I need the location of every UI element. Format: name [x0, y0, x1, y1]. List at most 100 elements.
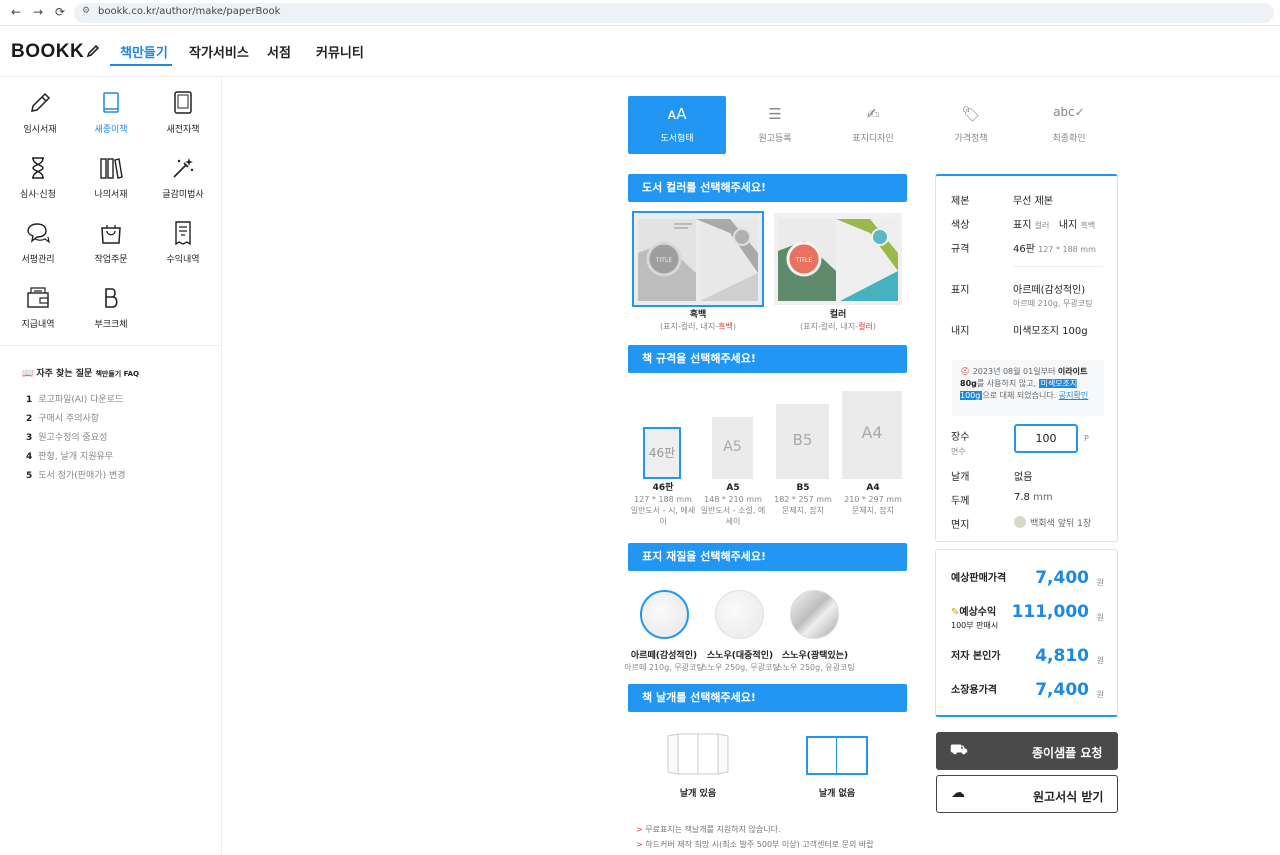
wing-option-without[interactable] — [806, 736, 868, 775]
sidebar-item-my-library[interactable]: 나의서재 — [76, 155, 146, 200]
font-b-icon — [105, 288, 118, 308]
size-option-46[interactable]: 46판 — [643, 427, 681, 479]
forward-icon[interactable]: → — [33, 5, 43, 19]
price-label: ✎예상수익 — [951, 607, 997, 618]
sidebar-item-label: 수익내역 — [166, 255, 200, 265]
tab-pricing[interactable]: 🏷 가격정책 — [922, 96, 1020, 154]
cover-option-snow-matte[interactable] — [715, 590, 764, 639]
section-size-title: 책 규격을 선택해주세요! — [628, 345, 907, 373]
tab-final-check[interactable]: abc✓ 최종확인 — [1020, 96, 1118, 154]
notice-link[interactable]: 공지확인 — [1059, 391, 1088, 400]
faq-item[interactable]: 4 판형, 날개 지원유무 — [26, 449, 113, 462]
wing-with-illustration — [667, 733, 729, 775]
reload-icon[interactable]: ⟳ — [55, 5, 65, 19]
faq-icon: 📖 — [22, 369, 34, 379]
sidebar-item-new-ebook[interactable]: 새전자책 — [148, 90, 218, 135]
tab-book-format[interactable]: ᴀA 도서형태 — [628, 96, 726, 154]
order-summary-panel: 제본 무선 제본 색상 표지 컬러 내지 흑백 규격 46판 127 * 188… — [935, 174, 1118, 542]
cover-snow-gloss-caption: 스노우(광택있는) 스노우 250g, 유광코팅 — [775, 651, 855, 672]
price-label: 예상판매가격 — [951, 573, 1007, 584]
summary-cover-sub: 아르떼 210g, 무광코팅 — [1013, 299, 1093, 308]
cover-option-snow-gloss[interactable] — [790, 590, 839, 639]
summary-divider — [1013, 266, 1103, 267]
faq-item[interactable]: 1 로고파일(AI) 다운로드 — [26, 392, 123, 405]
sidebar-divider — [0, 345, 222, 346]
bookshelf-icon — [100, 158, 123, 179]
alert-icon: ⛑ — [960, 367, 971, 376]
note-item: > 무료표지는 책날개를 지원하지 않습니다. — [636, 825, 781, 834]
logo[interactable]: BOOKK — [11, 41, 100, 63]
tab-cover-design[interactable]: ✍ 표지디자인 — [824, 96, 922, 154]
section-cover-title: 표지 재질을 선택해주세요! — [628, 543, 907, 571]
faq-item[interactable]: 3 원고수정의 중요성 — [26, 430, 107, 443]
section-color-title: 도서 컬러를 선택해주세요! — [628, 174, 907, 202]
size-option-a5[interactable]: A5 — [712, 417, 753, 479]
magic-wand-icon — [173, 158, 194, 178]
align-lines-icon: ☰ — [768, 105, 782, 123]
cover-arte-caption: 아르떼(감성적인) 아르떼 210g, 무광코팅 — [624, 651, 704, 672]
page-count-input[interactable]: 100 — [1014, 424, 1078, 453]
size-option-b5[interactable]: B5 — [776, 404, 829, 479]
size-b5-caption: B5 182 * 257 mm 문제지, 잡지 — [774, 483, 832, 515]
back-icon[interactable]: ← — [11, 5, 21, 19]
nav-community[interactable]: 커뮤니티 — [316, 42, 364, 61]
summary-label: 날개 — [951, 472, 970, 483]
sidebar-item-new-paper-book[interactable]: 새종이책 — [76, 90, 146, 135]
sidebar-item-work-order[interactable]: 작업주문 — [76, 220, 146, 265]
summary-label: 표지 — [951, 285, 970, 296]
spellcheck-icon: abc✓ — [1053, 105, 1085, 119]
wing-option-with[interactable] — [666, 732, 730, 776]
sidebar-item-reviews[interactable]: 서평관리 — [3, 220, 73, 265]
sidebar-item-label: 글감미법사 — [162, 190, 204, 200]
faq-item[interactable]: 5 도서 정가(판매가) 변경 — [26, 468, 126, 481]
sidebar-item-label: 지급내역 — [21, 320, 55, 330]
price-panel: 예상판매가격 7,400 원 ✎예상수익 100부 판매시 111,000 원 … — [935, 549, 1118, 717]
sidebar-item-drafts[interactable]: 임시서재 — [5, 90, 75, 135]
pencil-icon — [31, 92, 51, 112]
sidebar-item-label: 새종이책 — [94, 125, 128, 135]
section-wing-title: 책 날개를 선택해주세요! — [628, 684, 907, 712]
faq-title: 📖 자주 찾는 질문 책만들기 FAQ — [22, 369, 139, 379]
size-46-caption: 46판 127 * 188 mm 일반도서 - 시, 에세이 — [630, 483, 696, 526]
summary-label: 내지 — [951, 326, 970, 337]
nav-make-book[interactable]: 책만들기 — [120, 42, 168, 61]
color-option-color[interactable]: TITLE — [774, 213, 902, 305]
paper-sample-request-button[interactable]: ⛟ 종이샘플 요청 — [936, 732, 1118, 770]
paper-change-notice: ⛑ 2023년 08월 01일부터 이라이트 80g를 사용하지 않고, 미색모… — [952, 360, 1104, 416]
thumb-title-text: TITLE — [795, 257, 812, 264]
cloud-download-icon: ☁ — [951, 785, 965, 801]
size-a5-caption: A5 148 * 210 mm 일반도서 - 소설, 에세이 — [700, 483, 766, 526]
sidebar-item-label: 작업주문 — [94, 255, 128, 265]
manuscript-template-button[interactable]: ☁ 원고서식 받기 — [936, 775, 1118, 813]
size-option-a4[interactable]: A4 — [842, 391, 902, 479]
sidebar-item-revenue[interactable]: 수익내역 — [148, 220, 218, 265]
sidebar-item-review-apply[interactable]: 심사·신청 — [3, 155, 73, 200]
summary-size-value: 46판 127 * 188 mm — [1013, 244, 1096, 255]
note-item: > 하드커버 제작 희망 시(최소 발주 500부 이상) 고객센터로 문의 바… — [636, 840, 874, 849]
sidebar-item-payouts[interactable]: 지급내역 — [3, 285, 73, 330]
nav-author-service[interactable]: 작가서비스 — [189, 42, 249, 61]
cover-snow-matte-caption: 스노우(대중적인) 스노우 250g, 무광코팅 — [700, 651, 780, 672]
logo-pencil-icon — [86, 44, 100, 58]
color-book-thumbnail: TITLE — [774, 213, 902, 305]
shopping-bag-icon — [101, 225, 121, 244]
price-sale-value: 7,400 — [1035, 568, 1089, 588]
wing-without-caption: 날개 없음 — [818, 789, 856, 799]
cover-option-arte[interactable] — [640, 590, 689, 639]
price-label: 소장용가격 — [951, 685, 997, 696]
tab-manuscript[interactable]: ☰ 원고등록 — [726, 96, 824, 154]
sidebar-item-writing-wizard[interactable]: 글감미법사 — [148, 155, 218, 200]
sidebar-item-bookk-font[interactable]: 부크크체 — [76, 285, 146, 330]
size-a4-caption: A4 210 * 297 mm 문제지, 잡지 — [844, 483, 902, 515]
nav-bookstore[interactable]: 서점 — [267, 42, 291, 61]
color-option-bw[interactable]: TITLE — [632, 211, 764, 307]
summary-sublabel: 면수 — [951, 447, 966, 456]
summary-thickness-value: 7.8 mm — [1014, 492, 1053, 503]
address-bar[interactable]: ⚙ bookk.co.kr/author/make/paperBook — [74, 3, 1274, 23]
sidebar-item-label: 나의서재 — [94, 190, 128, 200]
site-info-icon[interactable]: ⚙ — [82, 6, 90, 16]
receipt-icon — [175, 221, 191, 246]
summary-label: 면지 — [951, 520, 970, 531]
price-unit: 원 — [1096, 613, 1104, 622]
faq-item[interactable]: 2 구매시 주의사항 — [26, 411, 99, 424]
